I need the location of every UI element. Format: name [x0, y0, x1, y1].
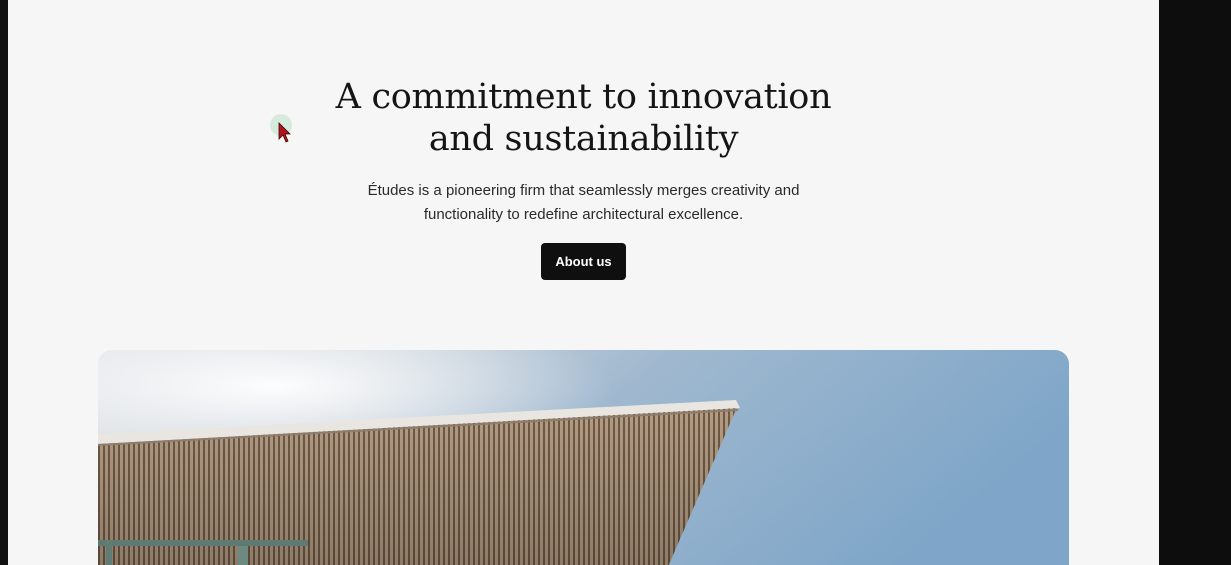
left-edge	[0, 0, 8, 565]
about-us-button[interactable]: About us	[541, 243, 626, 280]
description-line-1: Études is a pioneering firm that seamles…	[367, 182, 800, 199]
right-edge	[1159, 0, 1231, 565]
web-page: A commitment to innovation and sustainab…	[8, 0, 1159, 565]
page-description: Études is a pioneering firm that seamles…	[8, 179, 1159, 227]
page-headline: A commitment to innovation and sustainab…	[8, 76, 1159, 160]
hero-image	[98, 350, 1069, 565]
mouse-pointer-icon	[270, 112, 296, 146]
description-line-2: functionality to redefine architectural …	[423, 206, 744, 223]
screen-frame: A commitment to innovation and sustainab…	[0, 0, 1231, 565]
headline-line-1: A commitment to innovation	[335, 77, 832, 117]
headline-line-2: and sustainability	[428, 119, 739, 159]
hero-image-graphic	[98, 350, 1069, 565]
